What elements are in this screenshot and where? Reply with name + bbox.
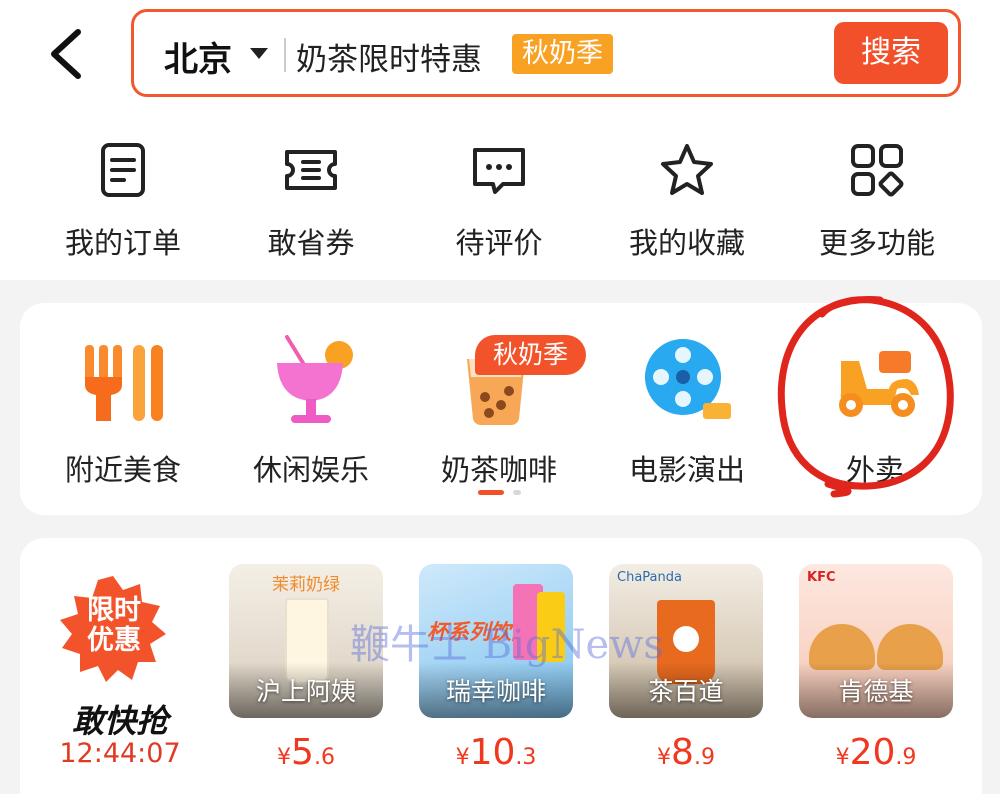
deal-item[interactable]: KFC 肯德基 ¥20.9 [799,564,953,773]
category-label: 休闲娱乐 [252,453,369,487]
search-bar[interactable]: 北京 奶茶限时特惠 秋奶季 搜索 [131,9,961,97]
search-tag: 秋奶季 [512,34,613,74]
category-movies[interactable]: 电影演出 [602,333,772,489]
quick-label: 待评价 [455,226,543,260]
deal-name: 肯德基 [838,677,914,706]
deal-thumbnail: 杯系列饮品 瑞幸咖啡 [419,564,573,718]
price-integer: 10 [469,732,516,773]
quick-label: 更多功能 [818,226,935,260]
category-label: 外卖 [845,453,904,487]
deal-name: 瑞幸咖啡 [445,677,546,706]
grid-icon [851,144,904,197]
film-reel-icon [639,333,735,429]
category-leisure[interactable]: 休闲娱乐 [226,333,396,489]
category-label: 电影演出 [628,453,745,487]
city-selector[interactable]: 北京 [164,32,232,81]
price-currency: ¥ [455,745,470,770]
coupon-icon [285,150,337,190]
scooter-icon [827,333,923,429]
quick-label: 敢省券 [267,226,355,260]
price-integer: 20 [849,732,896,773]
thumb-caption: ChaPanda [617,570,682,585]
page-dot [513,490,522,495]
caret-down-icon[interactable] [250,48,268,59]
top-header: 北京 奶茶限时特惠 秋奶季 搜索 我的订单 敢省券 待评价 我的收藏 更多功能 [0,0,1000,280]
quick-to-review[interactable]: 待评价 [404,140,594,262]
search-button[interactable]: 搜索 [834,22,948,84]
deal-name: 沪上阿姨 [255,677,356,706]
cocktail-icon [263,333,359,429]
page-dot-active [478,490,504,495]
thumb-caption: 茉莉奶绿 [272,575,340,595]
category-label: 奶茶咖啡 [440,453,557,487]
page-indicator [478,490,522,509]
price-currency: ¥ [277,745,292,770]
fork-icon [75,333,171,429]
countdown-timer: 12:44:07 [59,738,181,769]
category-label: 附近美食 [64,453,181,487]
quick-my-orders[interactable]: 我的订单 [28,140,218,262]
deal-name: 茶百道 [648,677,724,706]
price-decimal: .9 [895,745,917,770]
deal-thumbnail: KFC 肯德基 [799,564,953,718]
thumb-caption: KFC [807,570,836,585]
deal-price: ¥20.9 [799,732,953,773]
price-currency: ¥ [657,745,672,770]
comment-icon [473,148,525,194]
quick-more[interactable]: 更多功能 [782,140,972,262]
flash-sale-badge: 限时 优惠 [64,596,164,656]
category-nearby-food[interactable]: 附近美食 [38,333,208,489]
category-takeout[interactable]: 外卖 [790,333,960,489]
milk-season-badge: 秋奶季 [475,335,587,375]
price-decimal: .3 [515,745,537,770]
deal-price: ¥8.9 [609,732,763,773]
star-icon [661,144,713,195]
quick-favorites[interactable]: 我的收藏 [592,140,782,262]
deal-item[interactable]: 杯系列饮品 瑞幸咖啡 ¥10.3 [419,564,573,773]
back-button[interactable] [40,22,100,86]
category-card: 附近美食 休闲娱乐 奶茶咖啡 电影演出 外卖 秋奶季 [20,303,982,515]
deal-thumbnail: ChaPanda 茶百道 [609,564,763,718]
quick-label: 我的订单 [64,226,181,260]
badge-line: 优惠 [87,625,141,656]
back-arrow-icon [51,29,81,79]
flash-sale-card: 限时 优惠 敢快抢 12:44:07 茉莉奶绿 沪上阿姨 ¥5.6 杯系列饮品 … [20,538,982,794]
quick-coupons[interactable]: 敢省券 [216,140,406,262]
search-input[interactable]: 奶茶限时特惠 [296,34,482,79]
price-currency: ¥ [835,745,850,770]
deal-price: ¥10.3 [419,732,573,773]
price-decimal: .6 [313,745,335,770]
quick-label: 我的收藏 [628,226,745,260]
price-integer: 5 [291,732,314,773]
deal-price: ¥5.6 [229,732,383,773]
flash-sale-title: 敢快抢 [71,702,168,740]
badge-line: 限时 [87,595,141,626]
search-divider [284,38,286,72]
order-icon [101,143,145,197]
app-page: 北京 奶茶限时特惠 秋奶季 搜索 我的订单 敢省券 待评价 我的收藏 更多功能 … [0,0,1000,794]
deal-thumbnail: 茉莉奶绿 沪上阿姨 [229,564,383,718]
price-integer: 8 [671,732,694,773]
panda-logo-icon [673,626,699,652]
deal-item[interactable]: ChaPanda 茶百道 ¥8.9 [609,564,763,773]
price-decimal: .9 [693,745,715,770]
deal-item[interactable]: 茉莉奶绿 沪上阿姨 ¥5.6 [229,564,383,773]
cup-image [537,592,565,662]
